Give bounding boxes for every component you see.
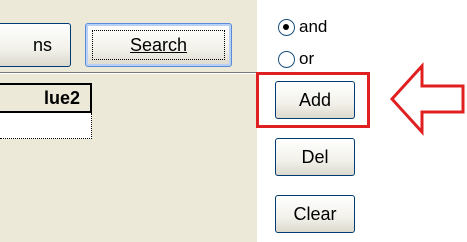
radio-or-indicator[interactable] bbox=[278, 50, 295, 68]
left-button-label: ns bbox=[32, 34, 52, 55]
grid-column-header-label: lue2 bbox=[43, 87, 80, 108]
radio-and-label: and bbox=[299, 17, 328, 36]
focus-rectangle bbox=[92, 30, 225, 60]
del-button-label: Del bbox=[301, 146, 329, 167]
highlight-box bbox=[256, 72, 370, 128]
radio-or[interactable]: or bbox=[278, 49, 314, 69]
left-truncated-button[interactable]: ns bbox=[0, 23, 71, 67]
clear-button-label: Clear bbox=[293, 203, 337, 224]
left-panel: ns Search lue2 bbox=[0, 0, 257, 242]
pointer-arrow-icon bbox=[390, 62, 465, 136]
del-button[interactable]: Del bbox=[275, 138, 355, 176]
radio-or-label: or bbox=[299, 49, 315, 68]
search-button[interactable]: Search bbox=[85, 23, 232, 67]
clear-button[interactable]: Clear bbox=[275, 195, 355, 233]
divider-highlight bbox=[0, 73, 257, 74]
radio-and[interactable]: and bbox=[278, 17, 327, 37]
radio-and-indicator[interactable] bbox=[278, 18, 295, 36]
toolbar-area: ns Search bbox=[0, 0, 257, 72]
grid-column-header-value2[interactable]: lue2 bbox=[0, 83, 92, 113]
results-grid[interactable]: lue2 bbox=[0, 83, 257, 242]
grid-cell[interactable] bbox=[0, 113, 92, 139]
